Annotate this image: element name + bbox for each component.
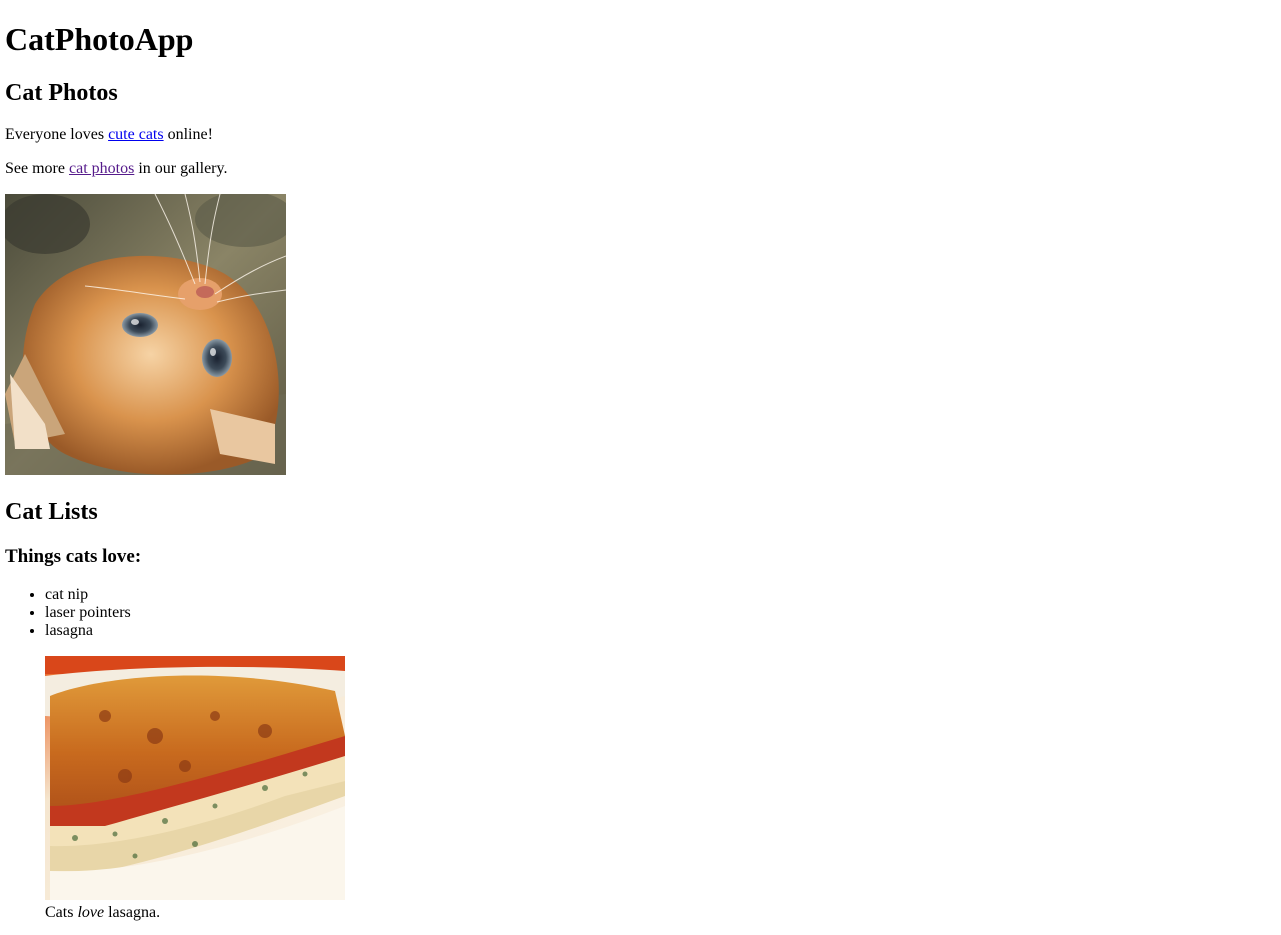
- list-item: laser pointers: [45, 604, 1276, 622]
- cat-photos-heading: Cat Photos: [5, 80, 118, 106]
- lasagna-image: [45, 656, 345, 900]
- intro-paragraph: Everyone loves cute cats online!: [5, 126, 1276, 144]
- intro-suffix-text: online!: [163, 126, 213, 143]
- caption-prefix-text: Cats: [45, 904, 78, 921]
- lasagna-caption: Cats love lasagna.: [45, 904, 345, 922]
- gallery-suffix-text: in our gallery.: [134, 160, 228, 177]
- gallery-prefix-text: See more: [5, 160, 69, 177]
- gallery-paragraph: See more cat photos in our gallery.: [5, 160, 1276, 178]
- caption-emphasis-text: love: [77, 904, 105, 921]
- cat-photo-image-link[interactable]: [5, 194, 286, 475]
- things-cats-love-list: cat nip laser pointers lasagna: [5, 586, 1276, 640]
- cat-lists-heading: Cat Lists: [5, 499, 98, 525]
- lasagna-image-graphic: [45, 656, 345, 900]
- list-item: lasagna: [45, 622, 1276, 640]
- things-cats-love-heading: Things cats love:: [5, 546, 142, 567]
- cat-photo-image: [5, 194, 286, 475]
- cat-photos-link[interactable]: cat photos: [69, 160, 134, 177]
- page-content: CatPhotoApp Cat Photos Everyone loves cu…: [0, 21, 1281, 922]
- cute-cats-link[interactable]: cute cats: [108, 126, 164, 143]
- caption-suffix-text: lasagna.: [104, 904, 161, 921]
- intro-prefix-text: Everyone loves: [5, 126, 109, 143]
- list-item: cat nip: [45, 586, 1276, 604]
- page-title: CatPhotoApp: [5, 21, 194, 57]
- lasagna-figure: Cats love lasagna.: [45, 656, 345, 922]
